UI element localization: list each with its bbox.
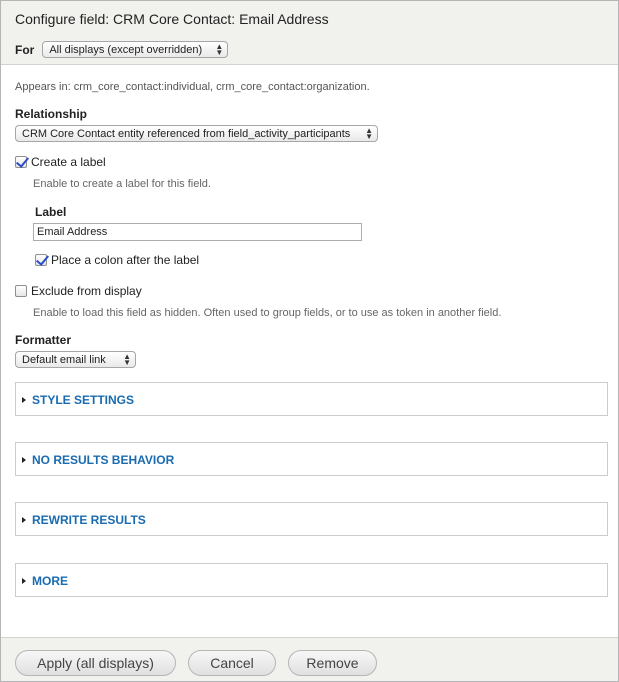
remove-button[interactable]: Remove	[288, 650, 377, 676]
formatter-select-value: Default email link	[22, 353, 106, 366]
triangle-right-icon	[22, 457, 26, 463]
exclude-display-description: Enable to load this field as hidden. Oft…	[33, 307, 502, 319]
select-arrows-icon: ▲ ▼	[215, 41, 224, 57]
exclude-display-row: Exclude from display	[15, 284, 142, 298]
exclude-display-text: Exclude from display	[31, 284, 142, 298]
dialog-header: Configure field: CRM Core Contact: Email…	[1, 1, 618, 65]
configure-field-dialog: Configure field: CRM Core Contact: Email…	[0, 0, 619, 682]
triangle-right-icon	[22, 517, 26, 523]
fieldset-no-results-behavior[interactable]: NO RESULTS BEHAVIOR	[15, 442, 608, 476]
select-arrows-icon: ▲ ▼	[365, 125, 373, 141]
place-colon-row: Place a colon after the label	[35, 253, 199, 267]
fieldset-more-toggle[interactable]: MORE	[22, 574, 68, 588]
appears-in-text: Appears in: crm_core_contact:individual,…	[15, 81, 370, 93]
place-colon-checkbox[interactable]	[35, 254, 47, 266]
create-label-text: Create a label	[31, 155, 106, 169]
fieldset-no-results-behavior-label: NO RESULTS BEHAVIOR	[32, 453, 175, 467]
fieldset-style-settings[interactable]: STYLE SETTINGS	[15, 382, 608, 416]
for-row: For All displays (except overridden) ▲ ▼	[15, 41, 229, 58]
fieldset-more[interactable]: MORE	[15, 563, 608, 597]
for-label: For	[15, 42, 35, 57]
fieldset-rewrite-results-toggle[interactable]: REWRITE RESULTS	[22, 513, 146, 527]
cancel-button[interactable]: Cancel	[188, 650, 276, 676]
apply-all-displays-button[interactable]: Apply (all displays)	[15, 650, 176, 676]
fieldset-style-settings-label: STYLE SETTINGS	[32, 393, 135, 407]
fieldset-style-settings-toggle[interactable]: STYLE SETTINGS	[22, 393, 134, 407]
for-display-select-value: All displays (except overridden)	[49, 43, 203, 56]
create-label-row: Create a label	[15, 155, 106, 169]
relationship-select[interactable]: CRM Core Contact entity referenced from …	[15, 125, 378, 142]
create-label-description: Enable to create a label for this field.	[33, 178, 211, 190]
fieldset-more-label: MORE	[32, 574, 68, 588]
exclude-display-checkbox[interactable]	[15, 285, 27, 297]
select-arrows-icon: ▲ ▼	[123, 351, 131, 367]
create-label-checkbox[interactable]	[15, 156, 27, 168]
label-heading: Label	[35, 205, 67, 219]
place-colon-text: Place a colon after the label	[51, 253, 200, 267]
triangle-right-icon	[22, 578, 26, 584]
formatter-select[interactable]: Default email link ▲ ▼	[15, 351, 136, 368]
formatter-label: Formatter	[15, 333, 72, 347]
for-display-select[interactable]: All displays (except overridden) ▲ ▼	[42, 41, 229, 58]
fieldset-rewrite-results-label: REWRITE RESULTS	[32, 513, 146, 527]
relationship-label: Relationship	[15, 107, 88, 121]
relationship-select-value: CRM Core Contact entity referenced from …	[22, 127, 351, 140]
triangle-right-icon	[22, 397, 26, 403]
fieldset-rewrite-results[interactable]: REWRITE RESULTS	[15, 502, 608, 536]
label-text-input[interactable]	[33, 223, 362, 241]
dialog-title: Configure field: CRM Core Contact: Email…	[15, 11, 329, 27]
fieldset-no-results-behavior-toggle[interactable]: NO RESULTS BEHAVIOR	[22, 453, 174, 467]
dialog-footer: Apply (all displays) Cancel Remove	[1, 637, 618, 681]
